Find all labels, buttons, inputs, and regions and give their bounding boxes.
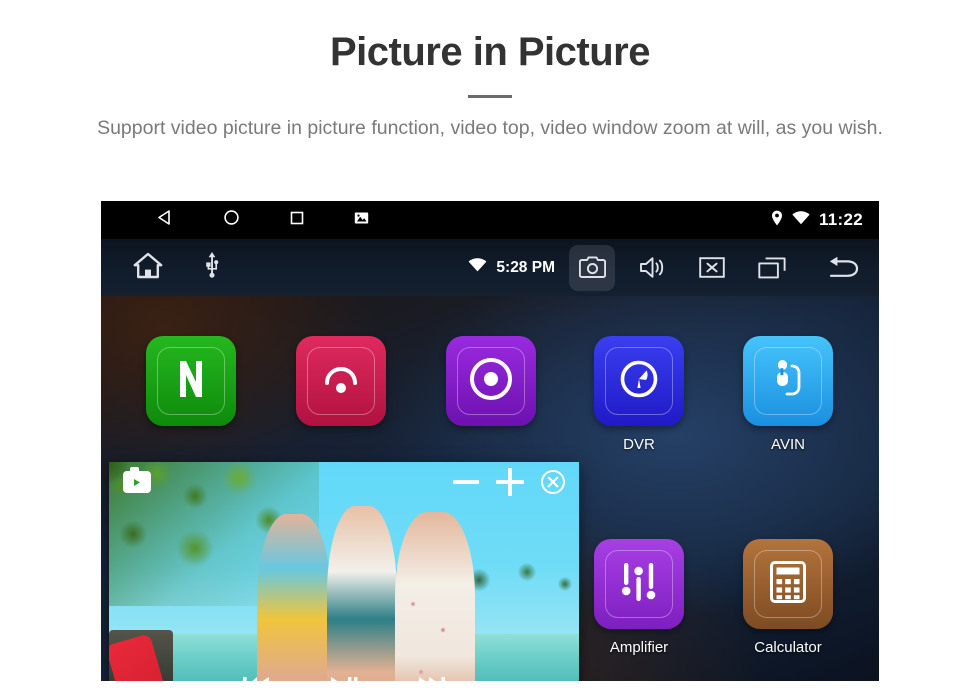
- netflix-icon: [146, 336, 236, 426]
- pip-zoom-out-button[interactable]: [453, 480, 479, 484]
- app-label: Amplifier: [609, 639, 669, 656]
- status-bar-indicators: 11:22: [771, 201, 863, 239]
- page-subtitle: Support video picture in picture functio…: [97, 117, 883, 139]
- app-launcher: Netflix SiriusXM Wheelkey Study: [101, 296, 879, 681]
- page-header: Picture in Picture Support video picture…: [0, 0, 980, 142]
- device-screenshot: 11:22 5:28 PM DVR AVIN Amplifier Calcula…: [101, 201, 879, 681]
- app-dvr[interactable]: DVR: [593, 336, 685, 453]
- sliders-icon: [594, 539, 684, 629]
- volume-icon[interactable]: [629, 245, 675, 291]
- recents-square-icon[interactable]: [289, 210, 305, 231]
- title-divider: [468, 95, 512, 98]
- video-camera-icon[interactable]: [123, 467, 151, 493]
- app-amplifier[interactable]: Amplifier: [593, 539, 685, 656]
- next-track-icon[interactable]: [417, 674, 447, 681]
- video-person: [257, 514, 331, 681]
- windows-icon[interactable]: [749, 245, 795, 291]
- location-pin-icon: [771, 210, 783, 231]
- app-wheelkey-study[interactable]: Wheelkey Study: [445, 336, 537, 426]
- system-toolbar: 5:28 PM: [101, 239, 879, 296]
- previous-track-icon[interactable]: [241, 674, 271, 681]
- wifi-icon: [792, 210, 810, 230]
- android-status-bar: 11:22: [101, 201, 879, 239]
- toolbar-right-group: 5:28 PM: [468, 239, 867, 296]
- play-pause-icon[interactable]: [329, 674, 359, 681]
- app-netflix[interactable]: Netflix: [145, 336, 237, 426]
- gauge-icon: [594, 336, 684, 426]
- close-box-icon[interactable]: [689, 245, 735, 291]
- video-person: [395, 512, 475, 681]
- home-circle-icon[interactable]: [223, 209, 240, 231]
- status-bar-time: 11:22: [818, 210, 863, 229]
- toolbar-left-group: [133, 239, 219, 296]
- pip-playback-controls: [109, 674, 579, 681]
- app-avin[interactable]: AVIN: [742, 336, 834, 453]
- status-bar-nav-group: [157, 209, 369, 231]
- toolbar-time: 5:28 PM: [496, 258, 555, 276]
- pip-zoom-in-button[interactable]: [496, 468, 524, 496]
- camera-icon[interactable]: [569, 244, 615, 291]
- video-person: [327, 506, 397, 681]
- toolbar-wifi-time: 5:28 PM: [468, 258, 555, 277]
- pip-close-button[interactable]: [541, 470, 565, 494]
- app-label: AVIN: [771, 436, 805, 453]
- app-calculator[interactable]: Calculator: [742, 539, 834, 656]
- back-triangle-icon[interactable]: [157, 209, 174, 231]
- pip-video-window[interactable]: ropicana: [109, 462, 579, 681]
- wifi-icon: [468, 258, 487, 277]
- calculator-icon: [743, 539, 833, 629]
- av-plug-icon: [743, 336, 833, 426]
- siriusxm-icon: [296, 336, 386, 426]
- app-label: DVR: [623, 436, 655, 453]
- page-title: Picture in Picture: [330, 30, 650, 74]
- pip-controls: [453, 468, 565, 496]
- back-arrow-icon[interactable]: [821, 245, 867, 291]
- usb-icon[interactable]: [205, 252, 219, 283]
- home-icon[interactable]: [133, 252, 163, 284]
- app-label: Calculator: [754, 639, 822, 656]
- screenshot-image-icon[interactable]: [354, 211, 369, 230]
- app-siriusxm[interactable]: SiriusXM: [295, 336, 387, 426]
- wheelkey-icon: [446, 336, 536, 426]
